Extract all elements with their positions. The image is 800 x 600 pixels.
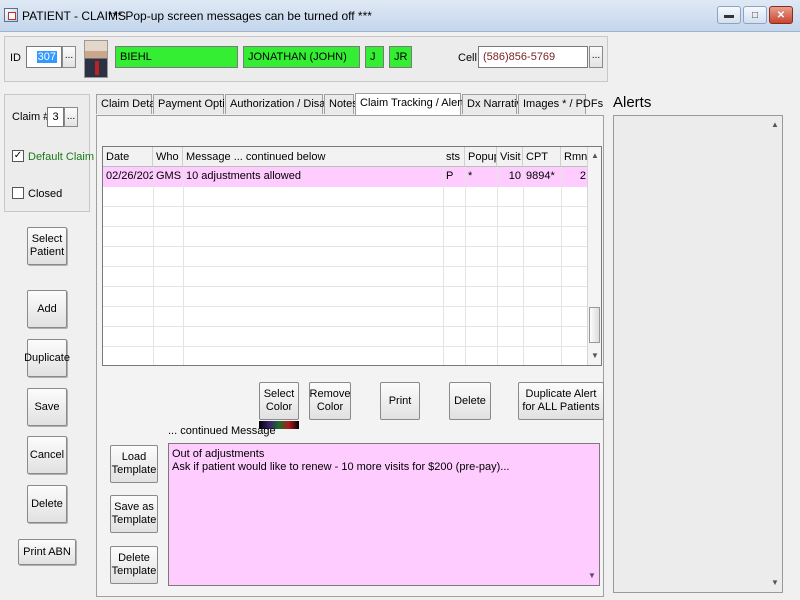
column-header-date[interactable]: Date <box>103 147 153 167</box>
tab-payment-options[interactable]: Payment Options <box>153 94 242 114</box>
title-bar: PATIENT - CLAIMS *** Pop-up screen messa… <box>0 0 800 32</box>
closed-label: Closed <box>28 188 63 200</box>
alerts-list[interactable]: ▲ ▼ <box>613 115 783 593</box>
minimize-icon: ▬ <box>724 9 734 21</box>
middle-initial-field[interactable]: J <box>365 46 384 68</box>
remove-color-button[interactable]: Remove Color <box>309 382 351 420</box>
tab-authorization-disability[interactable]: Authorization / Disability <box>225 94 347 114</box>
column-header-visit[interactable]: Visit <box>497 147 523 167</box>
default-claim-checkbox[interactable]: ✓ <box>12 150 24 162</box>
cancel-button[interactable]: Cancel <box>27 436 67 474</box>
closed-checkbox[interactable] <box>12 187 24 199</box>
scroll-down-icon[interactable]: ▼ <box>768 576 782 590</box>
maximize-button[interactable]: □ <box>743 6 767 24</box>
empty-rows <box>103 187 588 365</box>
id-label: ID <box>10 52 21 64</box>
table-row[interactable]: 02/26/2020 GMS 10 adjustments allowed P … <box>103 167 588 187</box>
tab-dx-narrative[interactable]: Dx Narrative <box>462 94 528 114</box>
minimize-button[interactable]: ▬ <box>717 6 741 24</box>
column-header-popup[interactable]: Popup <box>465 147 497 167</box>
claim-lookup-button[interactable]: ... <box>64 107 78 127</box>
close-icon: ✕ <box>776 9 786 21</box>
scroll-up-icon[interactable]: ▲ <box>588 149 602 163</box>
column-header-cpt[interactable]: CPT <box>523 147 561 167</box>
row-sts: P <box>446 170 454 182</box>
scroll-down-icon[interactable]: ▼ <box>585 569 599 583</box>
grid-scrollbar[interactable]: ▲ ▼ <box>587 147 601 365</box>
continued-message-label: ... continued Message <box>168 425 276 437</box>
cell-phone-field[interactable]: (586)856-5769 <box>478 46 588 68</box>
add-button[interactable]: Add <box>27 290 67 328</box>
alerts-tracking-grid: Date Who Message ... continued below sts… <box>102 146 602 366</box>
patient-photo <box>84 40 108 78</box>
delete-template-button[interactable]: Delete Template <box>110 546 158 584</box>
maximize-icon: □ <box>751 9 759 21</box>
close-button[interactable]: ✕ <box>769 6 793 24</box>
row-cpt: 9894* <box>526 170 555 182</box>
row-date: 02/26/2020 <box>106 170 153 182</box>
cell-lookup-button[interactable]: ... <box>589 46 603 68</box>
tab-claim-details[interactable]: Claim Details <box>96 94 166 114</box>
grid-divider <box>465 167 466 365</box>
patient-id-value: 307 <box>36 51 57 63</box>
load-template-button[interactable]: Load Template <box>110 445 158 483</box>
first-name-field[interactable]: JONATHAN (JOHN) <box>243 46 360 68</box>
column-header-rmn[interactable]: Rmn <box>561 147 588 167</box>
app-icon <box>4 8 18 22</box>
grid-divider <box>561 167 562 365</box>
duplicate-alert-all-button[interactable]: Duplicate Alert for ALL Patients <box>518 382 604 420</box>
popup-message-notice: *** Pop-up screen messages can be turned… <box>108 9 372 23</box>
patient-lookup-button[interactable]: ... <box>62 46 76 68</box>
print-button[interactable]: Print <box>380 382 420 420</box>
column-header-sts[interactable]: sts <box>443 147 465 167</box>
scroll-up-icon[interactable]: ▲ <box>768 118 782 132</box>
tab-images-pdfs[interactable]: Images * / PDFs <box>518 94 603 114</box>
grid-divider <box>497 167 498 365</box>
select-patient-button[interactable]: Select Patient <box>27 227 67 265</box>
scroll-down-icon[interactable]: ▼ <box>588 349 602 363</box>
delete-alert-button[interactable]: Delete <box>449 382 491 420</box>
row-message: 10 adjustments allowed <box>186 170 301 182</box>
grid-divider <box>443 167 444 365</box>
message-line: Out of adjustments <box>172 448 265 460</box>
delete-button[interactable]: Delete <box>27 485 67 523</box>
save-as-template-button[interactable]: Save as Template <box>110 495 158 533</box>
alerts-title: Alerts <box>613 94 652 111</box>
claim-number-field[interactable]: 3 <box>47 107 64 127</box>
tab-notes[interactable]: Notes <box>324 94 358 114</box>
column-header-who[interactable]: Who <box>153 147 183 167</box>
row-rmn: 2 <box>579 170 586 182</box>
grid-divider <box>183 167 184 365</box>
patient-id-field[interactable]: 307 <box>26 46 62 68</box>
select-color-button[interactable]: Select Color <box>259 382 299 420</box>
default-claim-label: Default Claim <box>28 151 95 163</box>
tab-claim-tracking-alerts[interactable]: Claim Tracking / Alerts * > <box>355 93 486 115</box>
duplicate-button[interactable]: Duplicate <box>24 339 70 377</box>
row-visit: 10 <box>508 170 521 182</box>
message-line: Ask if patient would like to renew - 10 … <box>172 461 510 473</box>
last-name-field[interactable]: BIEHL <box>115 46 238 68</box>
grid-divider <box>153 167 154 365</box>
cell-label: Cell <box>458 52 477 64</box>
save-button[interactable]: Save <box>27 388 67 426</box>
continued-message-textarea[interactable]: Out of adjustments Ask if patient would … <box>168 443 600 586</box>
claim-number-label: Claim # <box>12 111 50 123</box>
row-who: GMS <box>156 170 182 182</box>
scroll-thumb[interactable] <box>589 307 600 343</box>
print-abn-button[interactable]: Print ABN <box>18 539 76 565</box>
suffix-field[interactable]: JR <box>389 46 412 68</box>
grid-divider <box>523 167 524 365</box>
row-popup: * <box>468 170 473 182</box>
